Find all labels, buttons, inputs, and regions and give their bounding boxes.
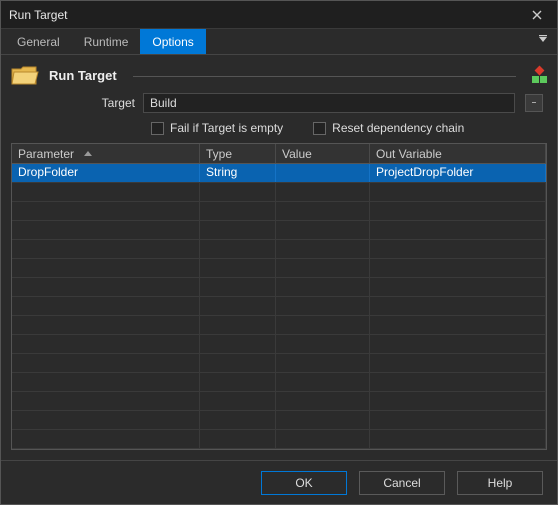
parameter-grid: Parameter Type Value Out Variable DropFo…	[11, 143, 547, 450]
table-row-empty[interactable]	[12, 354, 546, 373]
tabstrip: General Runtime Options	[1, 29, 557, 55]
reset-chain-label: Reset dependency chain	[332, 121, 464, 135]
table-row-empty[interactable]	[12, 316, 546, 335]
table-row-empty[interactable]	[12, 259, 546, 278]
divider	[133, 76, 516, 77]
help-button[interactable]: Help	[457, 471, 543, 495]
table-row-empty[interactable]	[12, 335, 546, 354]
table-row[interactable]: DropFolderString ProjectDropFolder	[12, 164, 546, 183]
grid-header: Parameter Type Value Out Variable	[12, 144, 546, 164]
table-row-empty[interactable]	[12, 221, 546, 240]
options-row: Fail if Target is empty Reset dependency…	[1, 119, 557, 143]
table-row-empty[interactable]	[12, 392, 546, 411]
titlebar: Run Target	[1, 1, 557, 29]
checkbox-icon	[313, 122, 326, 135]
dialog-window: Run Target General Runtime Options Run T…	[0, 0, 558, 505]
section-title: Run Target	[49, 68, 117, 83]
cancel-button[interactable]: Cancel	[359, 471, 445, 495]
table-row-empty[interactable]	[12, 373, 546, 392]
fail-if-empty-checkbox[interactable]: Fail if Target is empty	[151, 121, 283, 135]
col-header-type[interactable]: Type	[200, 144, 276, 163]
section-header: Run Target	[1, 55, 557, 91]
cell-out_variable: ProjectDropFolder	[370, 164, 546, 182]
table-row-empty[interactable]	[12, 240, 546, 259]
col-header-out-variable[interactable]: Out Variable	[370, 144, 546, 163]
fail-if-empty-label: Fail if Target is empty	[170, 121, 283, 135]
table-row-empty[interactable]	[12, 202, 546, 221]
window-title: Run Target	[7, 8, 523, 22]
cell-parameter: DropFolder	[12, 164, 200, 182]
table-row-empty[interactable]	[12, 411, 546, 430]
menu-chevron-icon[interactable]	[537, 33, 549, 48]
tab-runtime[interactable]: Runtime	[72, 29, 141, 54]
tab-options[interactable]: Options	[140, 29, 205, 54]
col-header-value[interactable]: Value	[276, 144, 370, 163]
target-row: Target Build	[1, 91, 557, 119]
dialog-footer: OK Cancel Help	[1, 460, 557, 504]
cell-value	[276, 164, 370, 182]
close-icon[interactable]	[523, 4, 551, 26]
status-indicator-icon	[532, 67, 547, 83]
run-target-icon	[11, 63, 39, 87]
table-row-empty[interactable]	[12, 430, 546, 449]
table-row-empty[interactable]	[12, 278, 546, 297]
table-row-empty[interactable]	[12, 297, 546, 316]
target-dropdown-button[interactable]	[525, 94, 543, 112]
target-label: Target	[15, 96, 135, 110]
col-header-parameter[interactable]: Parameter	[12, 144, 200, 163]
table-row-empty[interactable]	[12, 183, 546, 202]
tab-general[interactable]: General	[5, 29, 72, 54]
cell-type: String	[200, 164, 276, 182]
checkbox-icon	[151, 122, 164, 135]
target-value: Build	[150, 96, 508, 110]
target-input[interactable]: Build	[143, 93, 515, 113]
grid-body[interactable]: DropFolderString ProjectDropFolder	[12, 164, 546, 449]
ok-button[interactable]: OK	[261, 471, 347, 495]
reset-chain-checkbox[interactable]: Reset dependency chain	[313, 121, 464, 135]
